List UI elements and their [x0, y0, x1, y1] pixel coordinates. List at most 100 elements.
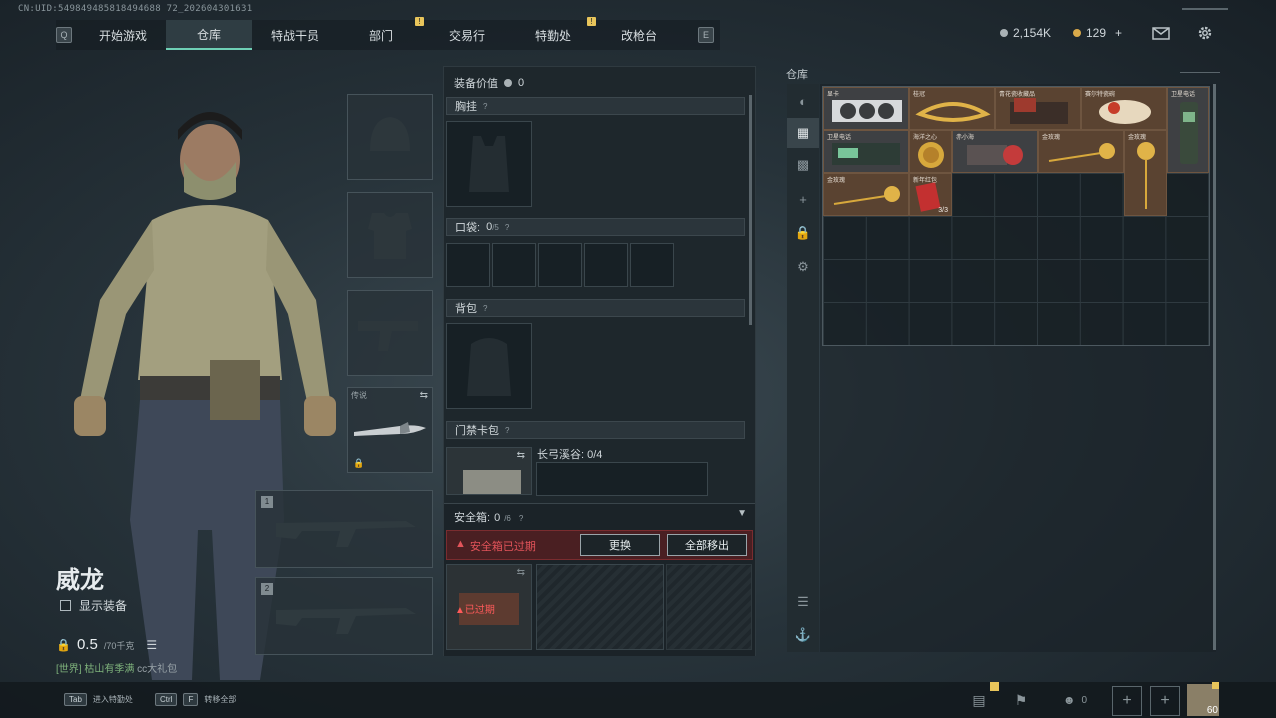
- player-level: 60: [1206, 705, 1218, 716]
- warehouse-item-sat-phone[interactable]: 卫星电话: [1167, 87, 1209, 173]
- keycard-grid[interactable]: [536, 462, 708, 496]
- notification-badge: !: [587, 17, 596, 26]
- transfer-all-hint[interactable]: Ctrl F 转移全部: [155, 693, 236, 706]
- all-items-icon[interactable]: ▦: [787, 118, 819, 148]
- warehouse-item-gold-rose[interactable]: 金玫瑰: [823, 173, 909, 216]
- lock-icon[interactable]: 🔒: [787, 218, 819, 248]
- tab-gunsmith[interactable]: 改枪台: [596, 20, 682, 50]
- pistol-slot[interactable]: [347, 290, 433, 376]
- replace-button[interactable]: 更换: [580, 534, 660, 556]
- weapon-slot-number: 2: [261, 583, 273, 595]
- tab-warehouse[interactable]: 仓库: [166, 20, 252, 50]
- remove-all-button[interactable]: 全部移出: [667, 534, 747, 556]
- equipment-scrollbar[interactable]: [749, 95, 752, 325]
- help-icon[interactable]: ?: [519, 514, 523, 523]
- weapon-slot-number: 1: [261, 496, 273, 508]
- warehouse-item-battery[interactable]: 卫星电话: [823, 130, 909, 173]
- item-count: 3/3: [938, 207, 948, 214]
- flag-icon[interactable]: ⚑: [1004, 684, 1038, 716]
- weight-icon: 🔒: [56, 638, 71, 652]
- tab-label: 交易行: [448, 28, 485, 43]
- pocket-slot[interactable]: [492, 243, 536, 287]
- add-storage-icon[interactable]: +: [787, 184, 819, 214]
- layers-icon[interactable]: ☰: [787, 587, 819, 617]
- keycard-case-slot[interactable]: ⇆: [446, 447, 532, 495]
- helmet-icon: [370, 117, 410, 151]
- grid-filter-icon[interactable]: ▩: [787, 150, 819, 180]
- safe-box-max: /6: [504, 514, 511, 523]
- gear-icon[interactable]: ⚙: [787, 252, 819, 282]
- player-avatar[interactable]: 60: [1187, 682, 1219, 716]
- tab-trading[interactable]: 交易行: [424, 20, 510, 50]
- mail-icon[interactable]: [1152, 27, 1170, 45]
- backpack-slot[interactable]: [446, 323, 532, 409]
- friends-count: 0: [1081, 694, 1088, 706]
- pockets-max: /5: [492, 222, 499, 232]
- expired-tag: ▲已过期: [455, 601, 495, 616]
- warehouse-item-gold-rose-vertical[interactable]: 金玫瑰: [1124, 130, 1167, 216]
- safe-box-grid[interactable]: [536, 564, 664, 650]
- help-icon[interactable]: ?: [505, 426, 509, 435]
- tab-operators[interactable]: 特战干员: [252, 20, 338, 50]
- warehouse-scrollbar[interactable]: [1213, 84, 1216, 650]
- safe-box-grid-locked: [666, 564, 752, 650]
- tab-right-key[interactable]: E: [698, 27, 714, 43]
- gold-currency: 129 +: [1073, 26, 1122, 40]
- pocket-slot[interactable]: [630, 243, 674, 287]
- ctrl-key: Ctrl: [155, 693, 178, 706]
- safe-box-slot[interactable]: ▲已过期 ⇆: [446, 564, 532, 650]
- invite-slot-button[interactable]: +: [1150, 686, 1180, 716]
- character-name: 威龙: [56, 567, 104, 594]
- help-icon[interactable]: ?: [483, 304, 487, 313]
- warehouse-item-figurine[interactable]: 赛尔特瓷碗: [1081, 87, 1167, 130]
- tab-special-ops[interactable]: 特勤处!: [510, 17, 596, 50]
- world-chat-line[interactable]: [世界] 枯山有季满 cc大礼包: [56, 660, 177, 675]
- gold-rose-icon: [1137, 142, 1155, 209]
- add-gold-button[interactable]: +: [1115, 26, 1122, 40]
- warehouse-item-collectible-box[interactable]: 青花瓷收藏品: [995, 87, 1081, 130]
- helmet-slot[interactable]: [347, 94, 433, 180]
- friends-button[interactable]: ☻ 0: [1052, 684, 1098, 716]
- chest-rig-slot[interactable]: [446, 121, 532, 207]
- backpack-icon: [467, 338, 511, 396]
- pockets-header: 口袋: 0/5?: [446, 218, 745, 236]
- tab-start-game[interactable]: 开始游戏: [80, 20, 166, 50]
- enter-special-ops-hint[interactable]: Tab 进入特勤处: [64, 693, 133, 706]
- pocket-slot[interactable]: [584, 243, 628, 287]
- pocket-slot[interactable]: [538, 243, 582, 287]
- armor-slot[interactable]: [347, 192, 433, 278]
- helmet-filter-icon[interactable]: ◐: [787, 86, 819, 116]
- list-icon[interactable]: ☰: [146, 638, 157, 652]
- tab-label: 特战干员: [270, 28, 319, 43]
- melee-slot[interactable]: 传说 ⇆ 🔒: [347, 387, 433, 473]
- help-icon[interactable]: ?: [483, 102, 487, 111]
- help-icon[interactable]: ?: [505, 223, 509, 232]
- show-equipment-checkbox[interactable]: [60, 600, 71, 611]
- swap-icon[interactable]: ⇆: [517, 567, 525, 578]
- pocket-slot[interactable]: [446, 243, 490, 287]
- tab-label: 特勤处: [534, 28, 571, 43]
- anchor-icon[interactable]: ⚓: [787, 620, 819, 650]
- invite-slot-button[interactable]: +: [1112, 686, 1142, 716]
- show-equipment-toggle[interactable]: 显示装备: [60, 597, 127, 614]
- settings-gear-icon[interactable]: [1196, 24, 1214, 47]
- warehouse-item-red-envelope[interactable]: 新年红包 3/3: [909, 173, 952, 216]
- pin-icon[interactable]: ▼: [737, 508, 747, 519]
- tab-left-key[interactable]: Q: [56, 27, 72, 43]
- warehouse-item-gold-rose[interactable]: 金玫瑰: [1038, 130, 1124, 173]
- swap-icon[interactable]: ⇆: [420, 390, 428, 401]
- warehouse-item-coin[interactable]: 海洋之心: [909, 130, 952, 173]
- warehouse-item-gpu[interactable]: 显卡: [823, 87, 909, 130]
- gold-amount: 129: [1086, 26, 1107, 40]
- swap-icon[interactable]: ⇆: [517, 450, 525, 461]
- warehouse-item-crown[interactable]: 桂冠: [909, 87, 995, 130]
- warehouse-item-device[interactable]: 赤小海: [952, 130, 1038, 173]
- primary-weapon-slot-1[interactable]: 1: [255, 490, 433, 568]
- item-name: 卫星电话: [827, 135, 852, 141]
- tab-department[interactable]: 部门!: [338, 17, 424, 50]
- silver-coin-icon: [1000, 29, 1008, 37]
- primary-weapon-slot-2[interactable]: 2: [255, 577, 433, 655]
- expired-warning-text: 安全箱已过期: [469, 541, 536, 553]
- warning-icon: ▲: [455, 538, 466, 550]
- item-name: 赛尔特瓷碗: [1085, 92, 1116, 98]
